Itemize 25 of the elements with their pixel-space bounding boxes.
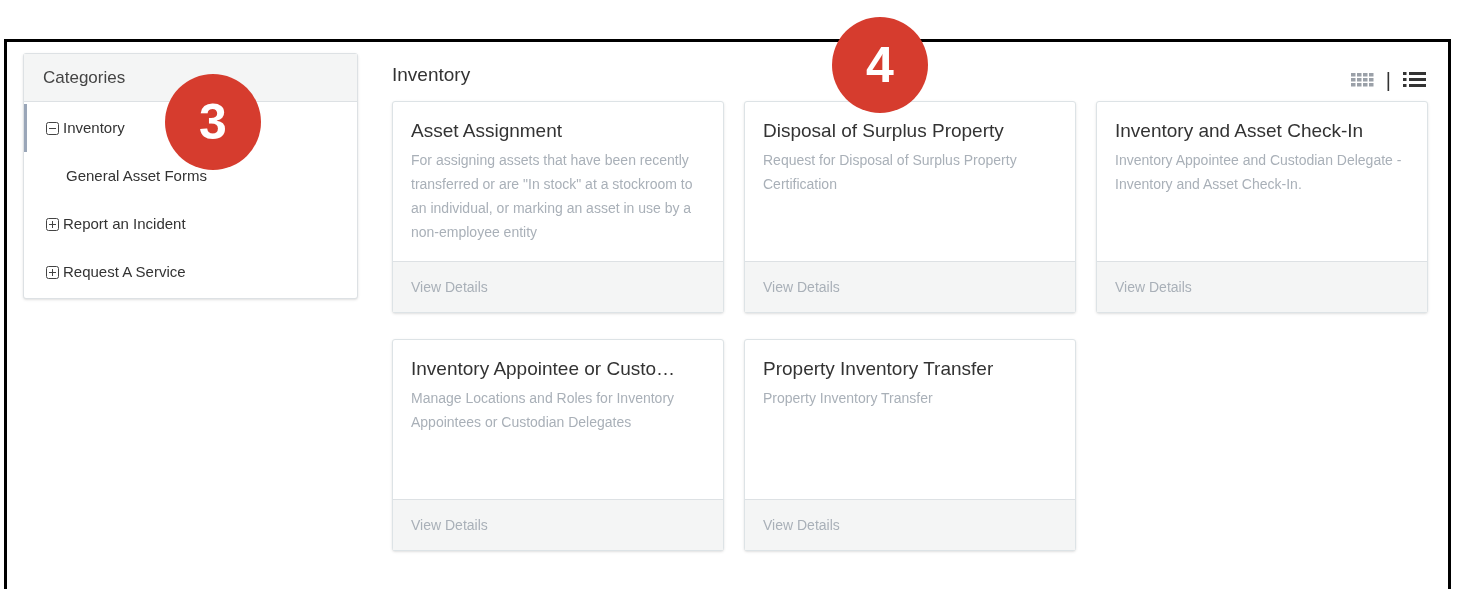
catalog-card[interactable]: Disposal of Surplus Property Request for Disposal of Surplus Property Certification View Details <box>744 101 1076 313</box>
category-item[interactable]: Report an Incident <box>24 200 357 248</box>
category-item[interactable]: Request A Service <box>24 248 357 296</box>
catalog-card[interactable]: Property Inventory Transfer Property Inventory Transfer View Details <box>744 339 1076 551</box>
catalog-card[interactable]: Inventory Appointee or Custo… Manage Locations and Roles for Inventory Appointees or Custodian Delegates View Details <box>392 339 724 551</box>
grid-view-icon[interactable] <box>1350 72 1374 87</box>
catalog-card[interactable]: Inventory and Asset Check-In Inventory Appointee and Custodian Delegate - Inventory and Asset Check-In. View Details <box>1096 101 1428 313</box>
card-title: Property Inventory Transfer <box>763 357 995 381</box>
card-description: Inventory Appointee and Custodian Delegate - Inventory and Asset Check-In. <box>1115 151 1403 194</box>
catalog-card[interactable]: Asset Assignment For assigning assets that have been recently transferred or are "In stock" at a stockroom to an individual, or marking an asset in use by a non-employee entity View Details <box>392 101 724 313</box>
card-description: Property Inventory Transfer <box>763 389 934 408</box>
collapse-icon[interactable] <box>46 121 59 135</box>
separator: | <box>1385 67 1391 93</box>
card-description: Request for Disposal of Surplus Property Certification <box>763 151 1018 194</box>
panel-title: Categories <box>43 66 126 89</box>
card-title: Inventory and Asset Check-In <box>1115 119 1365 143</box>
section-title: Inventory <box>392 63 471 88</box>
card-description: For assigning assets that have been recently transferred or are "In stock" at a stockroom to an individual, or marking an asset in use by a non-employee entity <box>411 151 694 242</box>
card-description: Manage Locations and Roles for Inventory Appointees or Custodian Delegates <box>411 389 676 432</box>
list-view-icon[interactable] <box>1403 71 1426 88</box>
expand-icon[interactable] <box>46 217 59 231</box>
card-title: Inventory Appointee or Custo… <box>411 357 677 381</box>
expand-icon[interactable] <box>46 265 59 279</box>
card-title: Asset Assignment <box>411 119 564 143</box>
card-title: Disposal of Surplus Property <box>763 119 1005 143</box>
